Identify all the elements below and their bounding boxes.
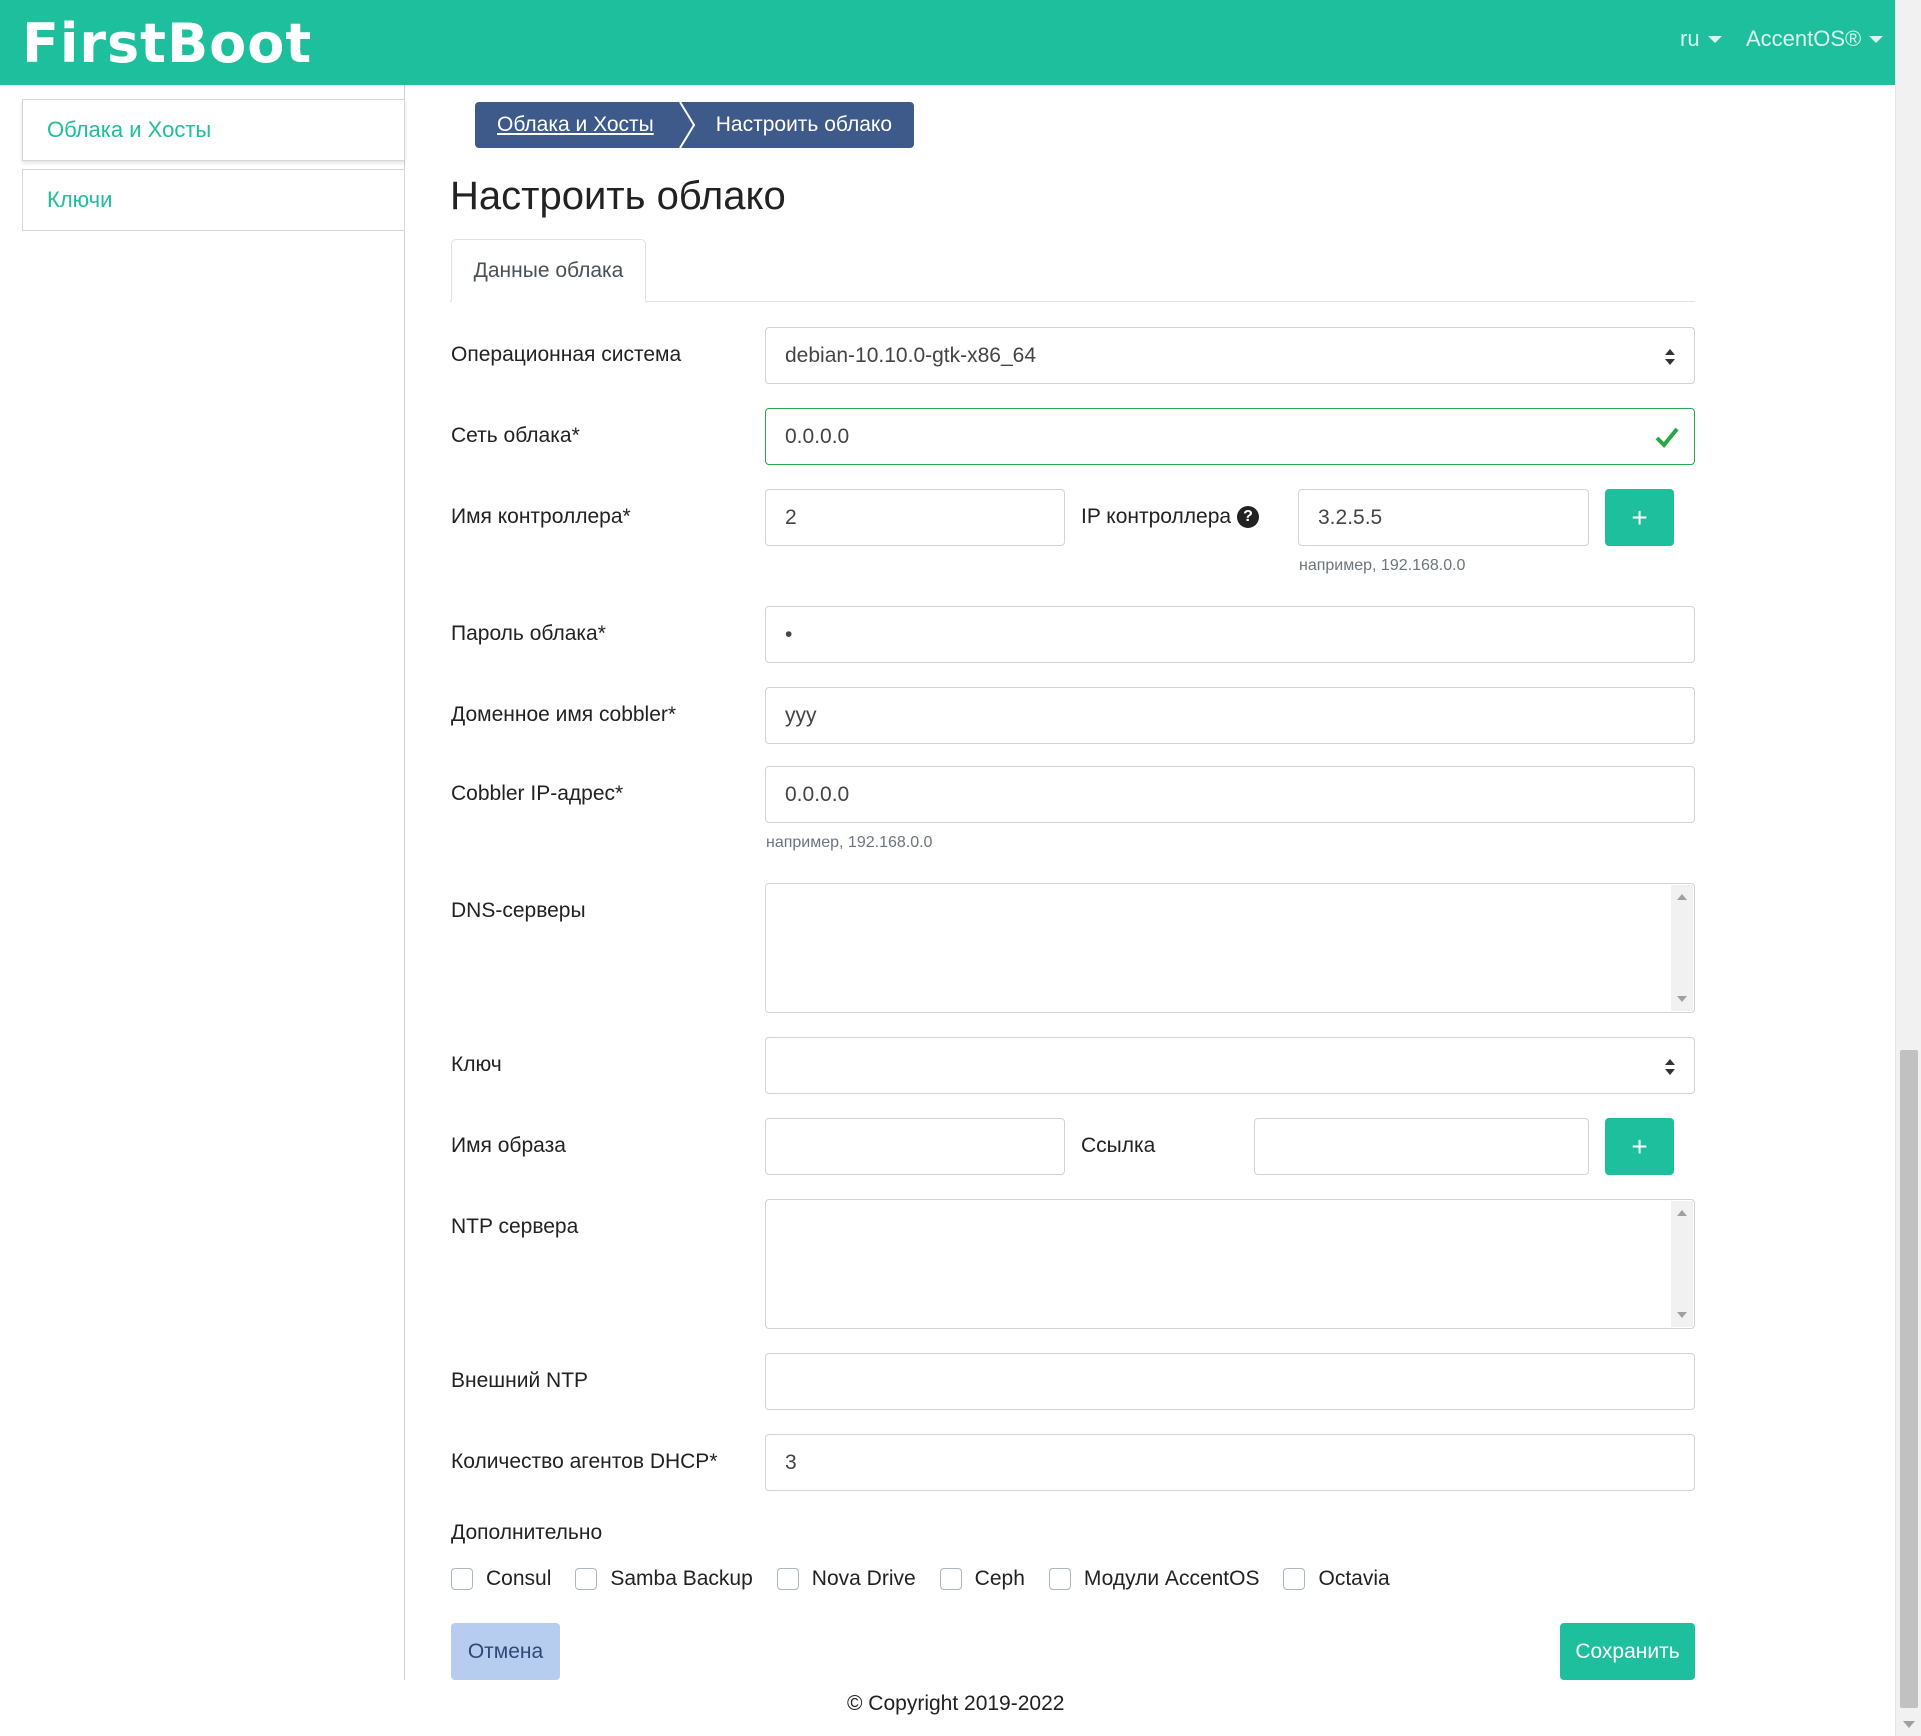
sidebar-divider — [404, 85, 405, 1680]
checkbox-accentos-modules[interactable]: Модули AccentOS — [1048, 1567, 1260, 1591]
os-select[interactable]: debian-10.10.0-gtk-x86_64 — [765, 327, 1695, 384]
checkbox-box[interactable] — [451, 1568, 473, 1590]
controller-name-input[interactable]: 2 — [765, 489, 1065, 546]
dhcp-agents-value: 3 — [785, 1450, 797, 1474]
plus-icon: + — [1631, 1130, 1648, 1162]
checkbox-label: Модули AccentOS — [1083, 1567, 1260, 1590]
controller-ip-label: IP контроллера — [1081, 505, 1232, 528]
breadcrumb: Облака и Хосты Настроить облако — [475, 102, 914, 148]
sidebar-item-clouds-hosts[interactable]: Облака и Хосты — [22, 99, 405, 161]
controller-name-value: 2 — [785, 505, 797, 529]
key-label: Ключ — [451, 1053, 502, 1076]
cobbler-ip-label: Cobbler IP-адрес* — [451, 782, 624, 805]
dns-label: DNS-серверы — [451, 899, 586, 922]
scroll-down-arrow[interactable] — [1677, 996, 1687, 1002]
dns-textarea[interactable] — [765, 883, 1695, 1013]
controller-ip-hint: например, 192.168.0.0 — [1299, 557, 1466, 574]
cobbler-ip-input[interactable]: 0.0.0.0 — [765, 766, 1695, 823]
language-label: ru — [1680, 26, 1700, 51]
external-ntp-label: Внешний NTP — [451, 1369, 589, 1392]
breadcrumb-link-clouds-hosts[interactable]: Облака и Хосты — [475, 102, 678, 148]
checkmark-icon — [1655, 427, 1679, 448]
add-image-button[interactable]: + — [1605, 1118, 1674, 1175]
user-menu-dropdown[interactable]: AccentOS® — [1746, 26, 1884, 52]
scrollbar-thumb[interactable] — [1900, 1050, 1918, 1708]
help-icon[interactable]: ? — [1237, 506, 1260, 529]
tab-cloud-data[interactable]: Данные облака — [451, 239, 646, 302]
image-name-label: Имя образа — [451, 1134, 566, 1157]
cancel-button[interactable]: Отмена — [451, 1623, 560, 1680]
top-navbar: FirstBoot ru AccentOS® — [0, 0, 1895, 85]
sort-arrows-icon — [1665, 349, 1675, 365]
checkbox-label: Ceph — [974, 1567, 1025, 1590]
checkbox-label: Octavia — [1318, 1567, 1390, 1590]
checkbox-box[interactable] — [1283, 1568, 1306, 1590]
breadcrumb-separator-icon — [677, 102, 696, 148]
link-input[interactable] — [1254, 1118, 1589, 1175]
checkbox-box[interactable] — [575, 1568, 598, 1590]
link-label: Ссылка — [1081, 1134, 1156, 1157]
ntp-textarea[interactable] — [765, 1199, 1695, 1329]
sidebar-item-keys[interactable]: Ключи — [22, 169, 405, 231]
cobbler-ip-value: 0.0.0.0 — [785, 782, 850, 806]
ntp-label: NTP сервера — [451, 1215, 579, 1238]
user-label: AccentOS® — [1746, 26, 1862, 51]
image-name-input[interactable] — [765, 1118, 1065, 1175]
dhcp-agents-label: Количество агентов DHCP* — [451, 1450, 718, 1473]
brand-logo[interactable]: FirstBoot — [22, 12, 312, 75]
checkbox-label: Samba Backup — [610, 1567, 753, 1590]
language-dropdown[interactable]: ru — [1680, 26, 1722, 52]
dhcp-agents-input[interactable]: 3 — [765, 1434, 1695, 1491]
scroll-down-arrow[interactable] — [1903, 1721, 1915, 1728]
cobbler-domain-input[interactable]: yyy — [765, 687, 1695, 744]
sort-arrows-icon — [1665, 1059, 1675, 1075]
breadcrumb-current: Настроить облако — [695, 102, 914, 148]
sidebar-item-label: Ключи — [47, 187, 113, 212]
chevron-down-icon — [1707, 35, 1722, 43]
checkbox-box[interactable] — [939, 1568, 962, 1590]
checkbox-label: Consul — [486, 1567, 552, 1590]
controller-ip-value: 3.2.5.5 — [1318, 505, 1383, 529]
password-label: Пароль облака* — [451, 622, 606, 645]
page-scrollbar[interactable] — [1895, 0, 1921, 1736]
checkbox-ceph[interactable]: Ceph — [939, 1567, 1025, 1591]
network-label: Сеть облака* — [451, 424, 580, 447]
cobbler-domain-value: yyy — [785, 703, 817, 727]
chevron-down-icon — [1869, 35, 1884, 43]
additional-label: Дополнительно — [451, 1521, 603, 1544]
os-label: Операционная система — [451, 343, 682, 366]
checkbox-nova-drive[interactable]: Nova Drive — [776, 1567, 916, 1591]
network-value: 0.0.0.0 — [785, 424, 850, 448]
footer-copyright: © Copyright 2019-2022 — [847, 1692, 1065, 1715]
textarea-scrollbar[interactable] — [1671, 885, 1693, 1011]
controller-name-label: Имя контроллера* — [451, 505, 631, 528]
checkbox-box[interactable] — [1048, 1568, 1071, 1590]
add-controller-button[interactable]: + — [1605, 489, 1674, 546]
checkbox-consul[interactable]: Consul — [451, 1567, 551, 1591]
page-title: Настроить облако — [450, 174, 786, 218]
textarea-scrollbar[interactable] — [1671, 1201, 1693, 1327]
controller-ip-label-group: IP контроллера? — [1081, 505, 1260, 529]
save-button[interactable]: Сохранить — [1560, 1623, 1695, 1680]
scroll-up-arrow[interactable] — [1677, 894, 1687, 900]
plus-icon: + — [1631, 501, 1648, 533]
sidebar-item-label: Облака и Хосты — [47, 117, 212, 142]
cobbler-domain-label: Доменное имя cobbler* — [451, 703, 677, 726]
scroll-down-arrow[interactable] — [1677, 1312, 1687, 1318]
cobbler-ip-hint: например, 192.168.0.0 — [766, 834, 933, 851]
checkbox-box[interactable] — [776, 1568, 799, 1590]
password-input[interactable]: • — [765, 606, 1695, 663]
external-ntp-input[interactable] — [765, 1353, 1695, 1410]
checkbox-label: Nova Drive — [811, 1567, 916, 1590]
additional-options: Consul Samba Backup Nova Drive Ceph Моду… — [451, 1567, 1414, 1591]
network-input[interactable]: 0.0.0.0 — [765, 408, 1695, 465]
scroll-up-arrow[interactable] — [1677, 1210, 1687, 1216]
checkbox-octavia[interactable]: Octavia — [1283, 1567, 1390, 1591]
password-value: • — [785, 622, 793, 646]
controller-ip-input[interactable]: 3.2.5.5 — [1298, 489, 1589, 546]
checkbox-samba-backup[interactable]: Samba Backup — [575, 1567, 753, 1591]
os-value: debian-10.10.0-gtk-x86_64 — [785, 343, 1037, 367]
key-select[interactable] — [765, 1037, 1695, 1094]
